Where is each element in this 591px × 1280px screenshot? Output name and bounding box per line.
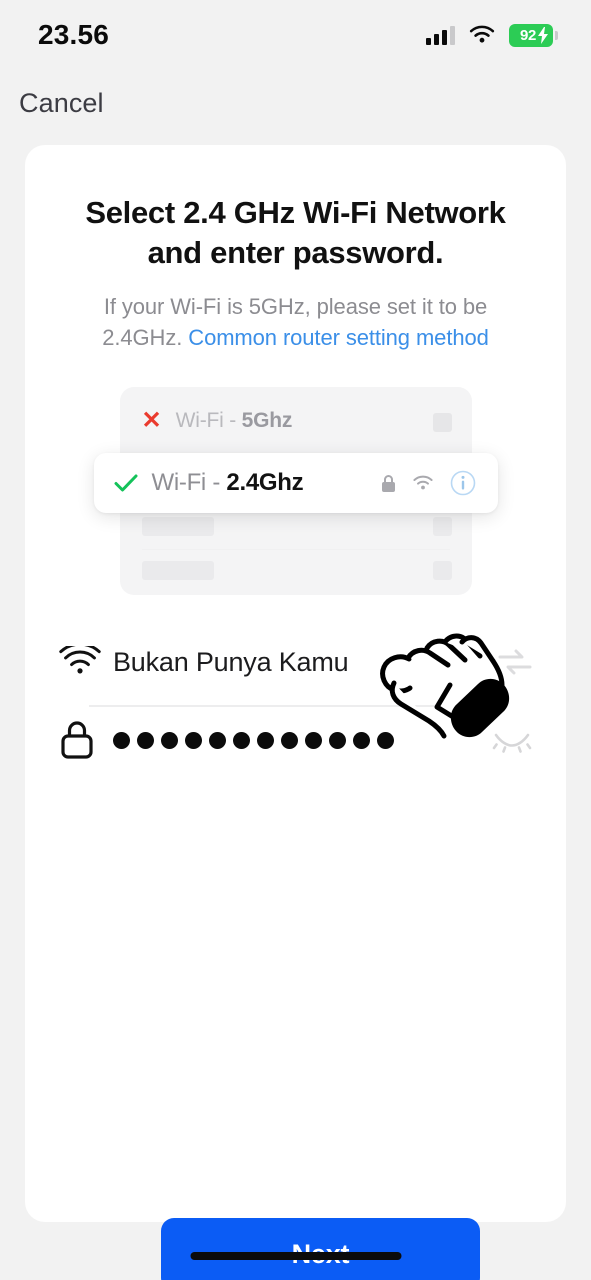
battery-icon: 92: [509, 23, 558, 47]
illustration-row-24ghz[interactable]: Wi-Fi - 2.4Ghz: [93, 453, 498, 514]
home-indicator: [190, 1252, 401, 1260]
password-field-row[interactable]: [59, 701, 532, 779]
lock-icon: [59, 719, 113, 761]
lock-icon: [381, 474, 395, 492]
charging-bolt-icon: [538, 26, 548, 44]
skeleton-square: [432, 561, 452, 581]
row-5ghz-label: Wi-Fi - 5Ghz: [175, 409, 293, 433]
router-setting-link[interactable]: Common router setting method: [188, 325, 489, 350]
row-24ghz-label: Wi-Fi - 2.4Ghz: [151, 469, 304, 497]
status-bar: 23.56 92: [0, 0, 591, 70]
info-circle-icon[interactable]: [450, 470, 476, 496]
ssid-input[interactable]: Bukan Punya Kamu: [113, 647, 480, 678]
cellular-bars-icon: [426, 25, 455, 45]
row-placeholder-square: [432, 413, 452, 433]
wifi-icon: [412, 475, 433, 489]
network-list-illustration: ✕ Wi-Fi - 5Ghz Wi-Fi - 2.4Ghz: [93, 387, 498, 596]
check-icon: [114, 473, 138, 493]
next-button[interactable]: Next: [161, 1218, 480, 1280]
skeleton-row: [120, 549, 472, 593]
phone-screen: 23.56 92 Cancel Select 2.4 GHz Wi-Fi Net…: [0, 0, 591, 1280]
cancel-button[interactable]: Cancel: [19, 88, 104, 119]
row-24ghz-icons: [381, 470, 476, 496]
swap-arrows-icon[interactable]: [480, 649, 532, 675]
page-subtitle: If your Wi-Fi is 5GHz, please set it to …: [67, 292, 524, 353]
wifi-icon: [469, 25, 495, 43]
battery-level: 92: [519, 26, 537, 44]
skeleton-bar: [141, 561, 214, 581]
skeleton-square: [432, 517, 452, 537]
password-input[interactable]: [113, 731, 480, 749]
ssid-field-row[interactable]: Bukan Punya Kamu: [59, 623, 532, 701]
eye-off-icon[interactable]: [480, 727, 532, 753]
wifi-icon: [59, 646, 113, 678]
status-time: 23.56: [38, 19, 110, 50]
page-title: Select 2.4 GHz Wi-Fi Network and enter p…: [85, 195, 506, 270]
setup-card: Select 2.4 GHz Wi-Fi Network and enter p…: [25, 145, 566, 1280]
status-icons: 92: [426, 23, 558, 47]
x-mark-icon: ✕: [141, 407, 162, 435]
illustration-row-5ghz: ✕ Wi-Fi - 5Ghz: [120, 399, 472, 443]
skeleton-bar: [141, 517, 214, 537]
